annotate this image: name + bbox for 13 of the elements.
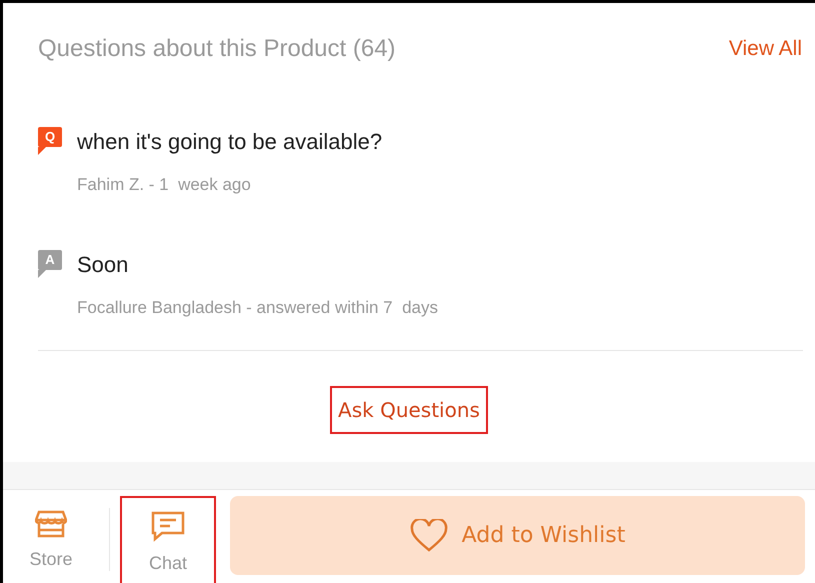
chat-icon [150,510,186,542]
add-to-wishlist-button[interactable]: Add to Wishlist [230,496,805,575]
store-tab[interactable]: Store [3,496,99,583]
ask-questions-button[interactable]: Ask Questions [330,386,488,434]
meta-text: Fahim Z. - 1 week ago [77,174,252,196]
section-title: Questions about this Product (64) [38,34,396,64]
answer-text: Soon [77,250,130,278]
chat-tab[interactable]: Chat [120,496,216,583]
question-text: when it's going to be available? [77,128,382,156]
meta-text: Focallure Bangladesh - answered within 7 days [77,296,438,318]
store-icon [35,510,67,538]
heart-icon [410,518,448,552]
view-all-link[interactable]: View All [728,33,802,65]
